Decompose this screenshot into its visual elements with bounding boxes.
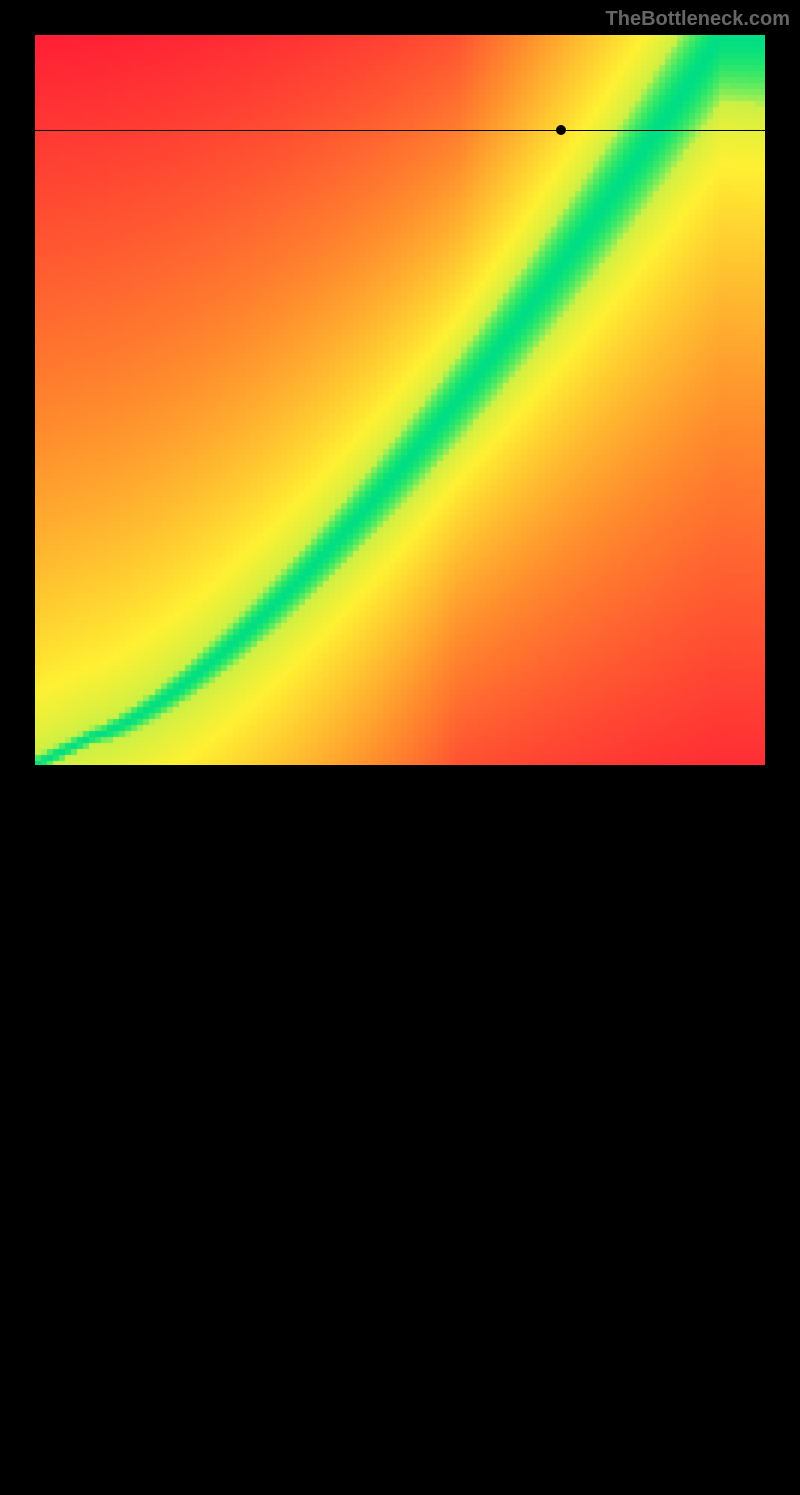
marker-point (556, 125, 566, 135)
heatmap-chart (35, 35, 765, 765)
crosshair-vertical (561, 765, 562, 1495)
crosshair-horizontal (35, 130, 765, 131)
heatmap-canvas (35, 35, 765, 765)
watermark-text: TheBottleneck.com (606, 8, 790, 31)
